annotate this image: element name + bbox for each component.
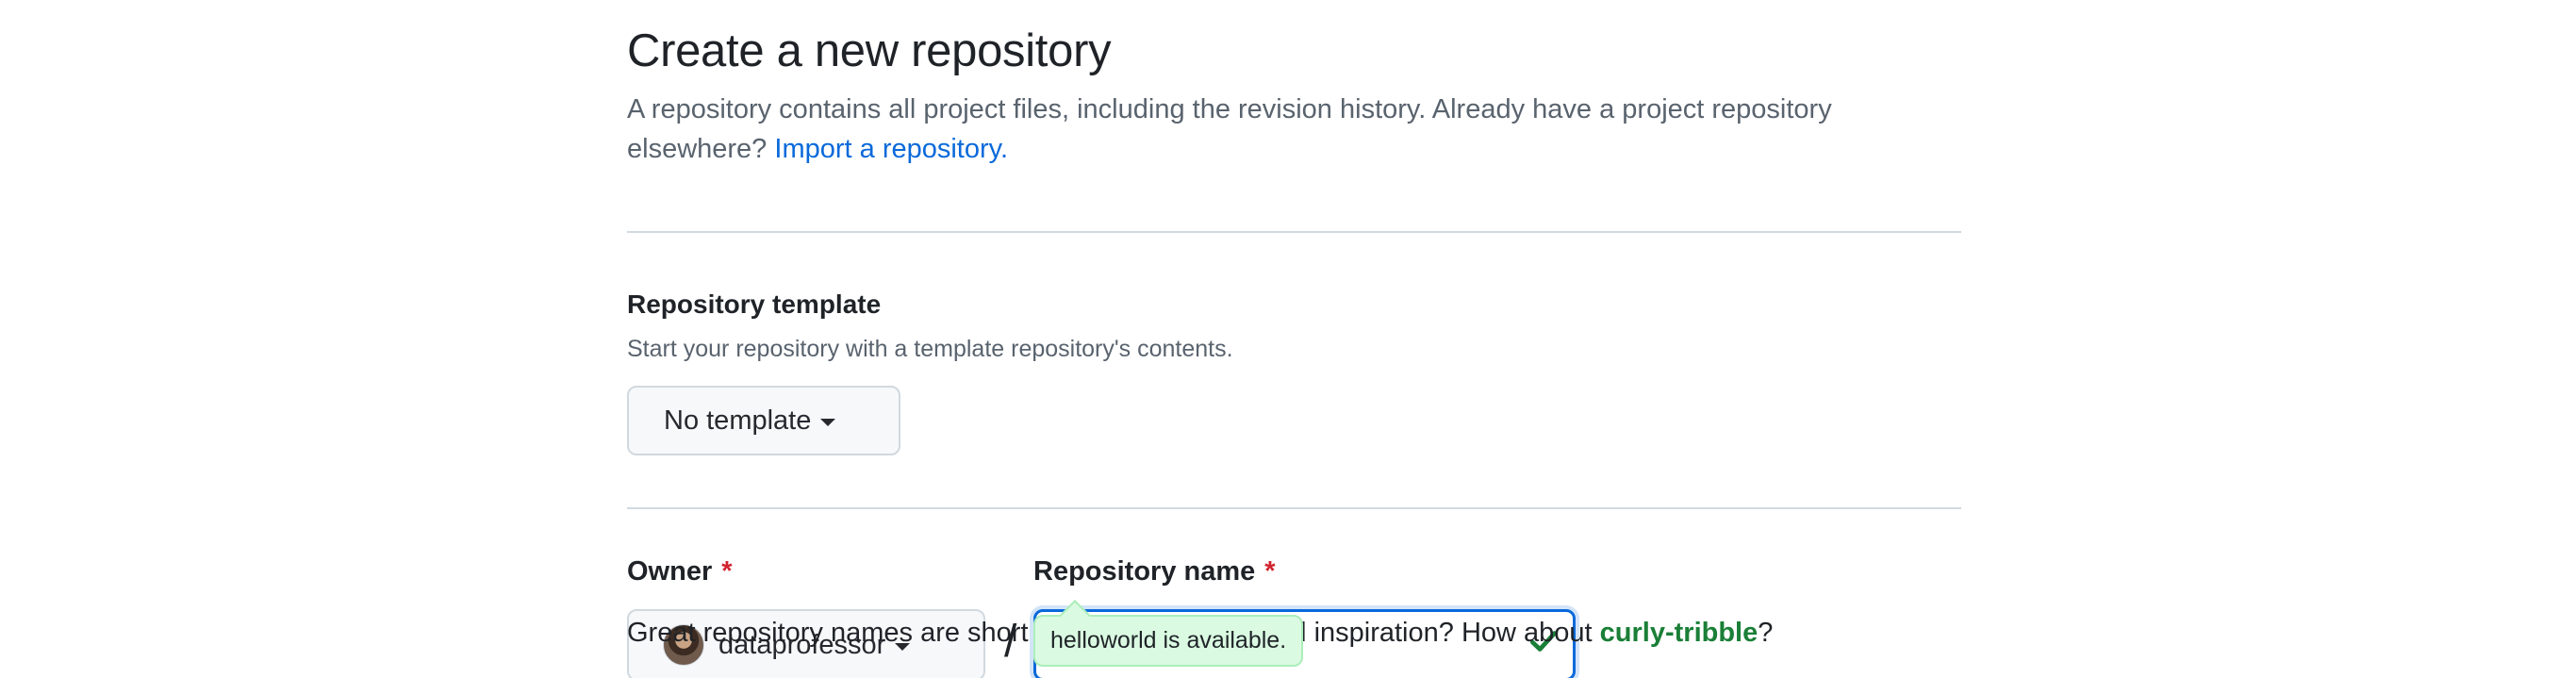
section-divider (627, 231, 1961, 233)
owner-label-text: Owner (627, 556, 713, 587)
chevron-down-icon (820, 418, 836, 426)
owner-label: Owner * (627, 556, 733, 587)
repository-name-label-text: Repository name (1033, 556, 1256, 587)
template-heading: Repository template (627, 289, 882, 319)
template-note: Start your repository with a template re… (627, 336, 1233, 362)
hint-suffix: ? (1758, 618, 1774, 648)
template-dropdown-label: No template (664, 405, 812, 436)
section-divider (627, 507, 1961, 509)
page-description: A repository contains all project files,… (627, 90, 1909, 169)
template-dropdown-button[interactable]: No template (627, 386, 900, 455)
availability-message: helloworld is available. (1050, 627, 1287, 653)
page-title: Create a new repository (627, 25, 1112, 76)
repository-name-label: Repository name * (1033, 556, 1276, 587)
import-repository-link[interactable]: Import a repository. (774, 134, 1008, 164)
page: Create a new repository A repository con… (0, 0, 2576, 678)
suggested-name[interactable]: curly-tribble (1600, 618, 1759, 648)
required-marker: * (1264, 556, 1276, 587)
required-marker: * (721, 556, 733, 587)
availability-tooltip: helloworld is available. (1033, 600, 1303, 667)
